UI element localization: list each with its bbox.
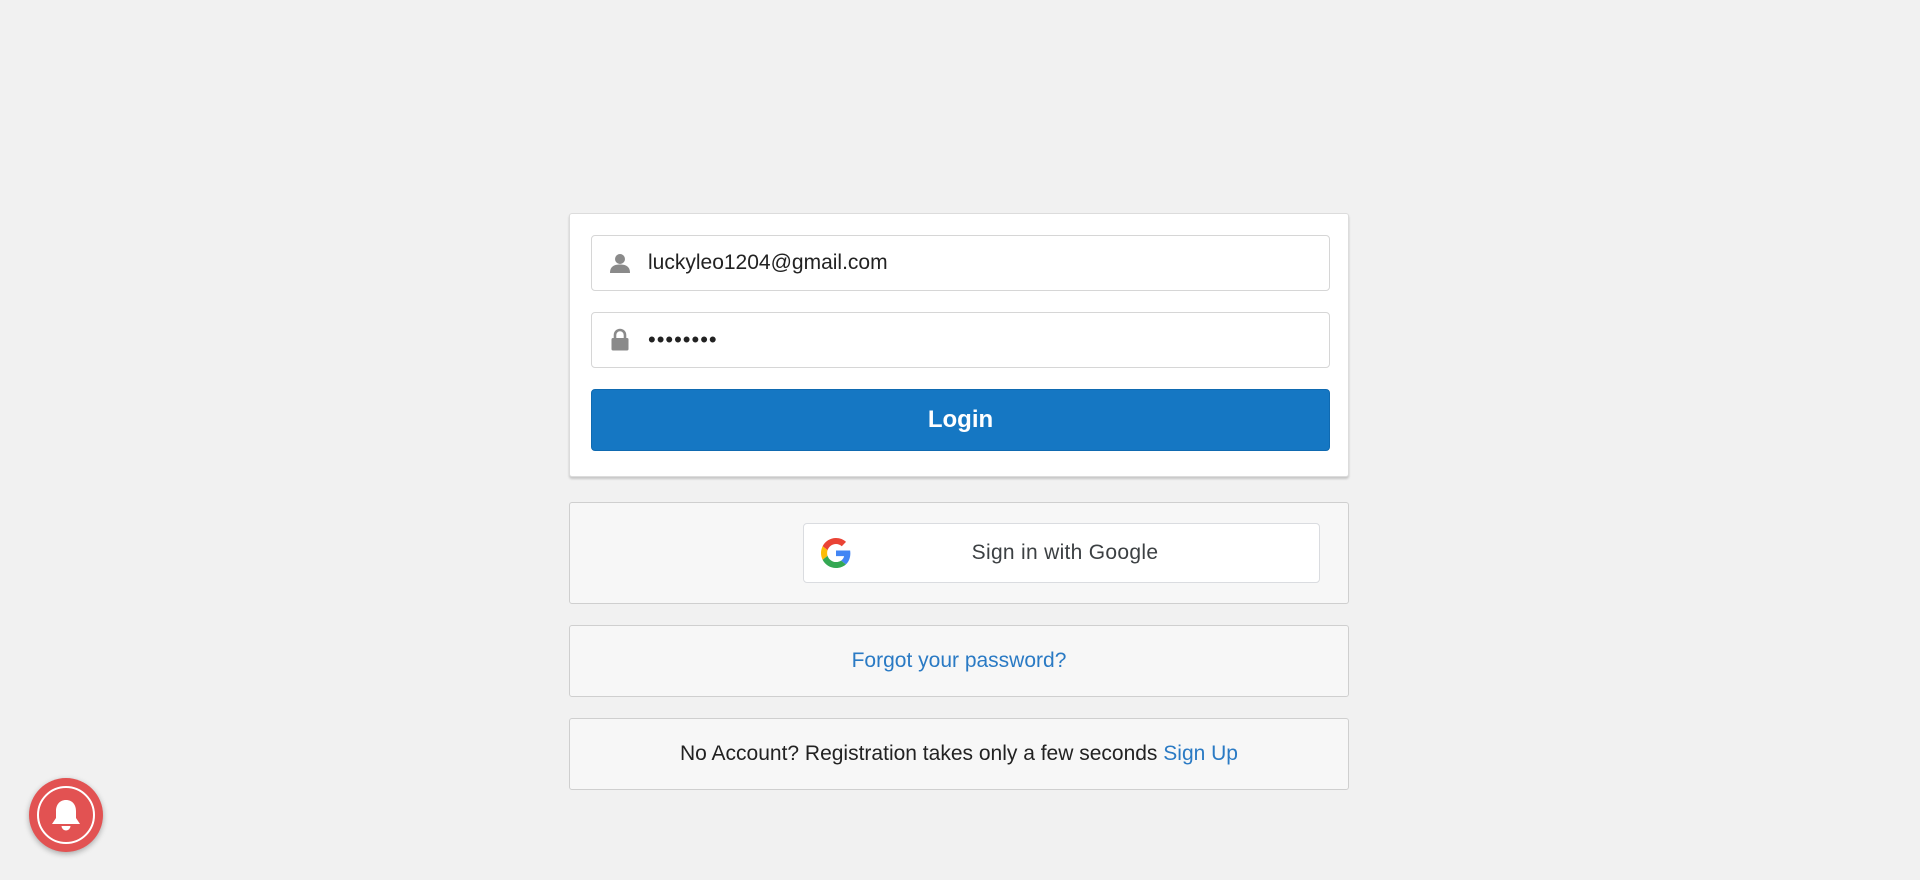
signup-link[interactable]: Sign Up (1163, 742, 1238, 765)
google-signin-label: Sign in with Google (971, 541, 1159, 564)
bell-icon (37, 786, 95, 844)
notification-bell-button[interactable] (29, 778, 103, 852)
user-icon (592, 236, 648, 290)
forgot-password-link[interactable]: Forgot your password? (852, 649, 1067, 673)
google-g-icon (821, 538, 851, 568)
signup-prompt-wrapper: No Account? Registration takes only a fe… (680, 742, 1238, 766)
social-login-panel: Sign in with Google (569, 502, 1349, 604)
password-field-wrapper[interactable] (591, 312, 1330, 368)
google-signin-button[interactable]: Sign in with Google (803, 523, 1320, 583)
email-field-wrapper[interactable] (591, 235, 1330, 291)
signup-prompt: No Account? Registration takes only a fe… (680, 742, 1158, 765)
login-button[interactable]: Login (591, 389, 1330, 451)
email-input[interactable] (648, 238, 1308, 288)
forgot-password-panel: Forgot your password? (569, 625, 1349, 697)
login-page: Login Sign in with Google Forgot your pa… (0, 0, 1920, 880)
signup-panel: No Account? Registration takes only a fe… (569, 718, 1349, 790)
login-card: Login (569, 213, 1349, 477)
lock-icon (592, 313, 648, 367)
password-input[interactable] (648, 315, 1308, 365)
